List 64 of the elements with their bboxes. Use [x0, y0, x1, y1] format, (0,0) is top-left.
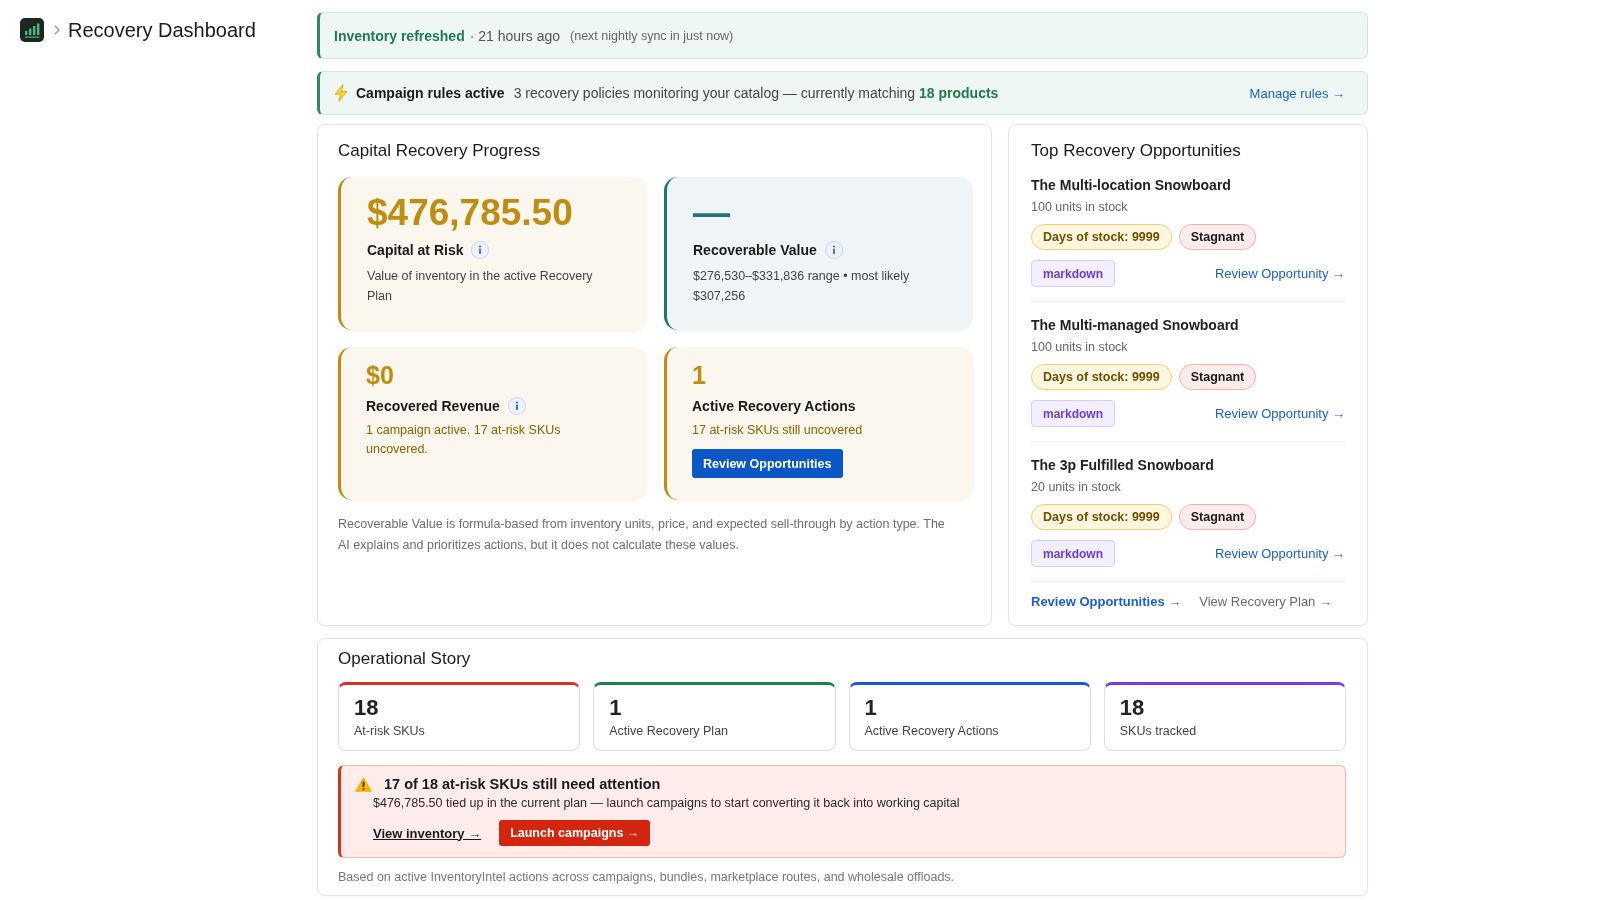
stat-value: 18 [1119, 695, 1146, 721]
page-title: Recovery Dashboard [68, 18, 256, 42]
stat-value: 1 [609, 695, 623, 721]
tile-value: 1 [692, 360, 707, 390]
sync-age: · 21 hours ago [469, 27, 560, 44]
action-type-tag: markdown [1031, 400, 1115, 427]
tile-label: Recoverable Value [693, 242, 817, 258]
review-opportunity-link[interactable]: Review Opportunity → [1214, 546, 1345, 561]
alert-message: $476,785.50 tied up in the current plan — launch campaigns to start converting it back into working capital [373, 795, 961, 812]
status-tag: Stagnant [1178, 504, 1257, 530]
warning-icon [355, 776, 372, 792]
stat-label: SKUs tracked [1119, 723, 1198, 739]
next-sync-note: (next nightly sync in just now) [570, 28, 734, 43]
stock-count: 100 units in stock [1031, 199, 1129, 216]
stat-label: Active Recovery Plan [609, 723, 730, 739]
card-title: Operational Story [338, 648, 472, 670]
stat-label: Active Recovery Actions [864, 723, 1000, 739]
stock-count: 100 units in stock [1031, 339, 1129, 356]
status-tag: Stagnant [1178, 224, 1257, 250]
review-opportunities-button[interactable]: Review Opportunities [692, 449, 843, 478]
stock-count: 20 units in stock [1031, 479, 1122, 496]
tile-description: 17 at-risk SKUs still uncovered [692, 422, 864, 439]
rules-message: 3 recovery policies monitoring your catalog — currently matching 18 products [513, 85, 999, 101]
footnote: Based on active InventoryIntel actions across campaigns, bundles, marketplace routes, and wholesale offloads. [338, 869, 956, 886]
footer-link[interactable]: Review Opportunities → [1031, 593, 1182, 611]
stat-value: 1 [864, 695, 878, 721]
product-name: The 3p Fulfilled Snowboard [1031, 456, 1215, 474]
view-inventory-link[interactable]: View inventory → [373, 825, 482, 841]
review-opportunity-link[interactable]: Review Opportunity → [1214, 406, 1345, 421]
review-opportunity-link[interactable]: Review Opportunity → [1214, 266, 1345, 281]
product-name: The Multi-managed Snowboard [1031, 316, 1240, 334]
tile-value: $0 [366, 360, 395, 390]
manage-rules-link[interactable]: Manage rules → [1249, 85, 1345, 101]
days-of-stock-tag: Days of stock: 9999 [1031, 364, 1172, 390]
tile-label: Recovered Revenue [366, 398, 500, 414]
info-icon[interactable] [507, 397, 526, 415]
action-type-tag: markdown [1031, 540, 1115, 567]
card-title: Top Recovery Opportunities [1031, 140, 1242, 162]
tile-description: 1 campaign active. 17 at-risk SKUs uncovered. [366, 422, 562, 458]
days-of-stock-tag: Days of stock: 9999 [1031, 224, 1172, 250]
info-icon[interactable] [471, 241, 490, 259]
chevron-right-icon [54, 25, 60, 35]
footnote: Recoverable Value is formula-based from inventory units, price, and expected sell-through by action type. The AI explains and prioritizes actions, but it does not calculate these values. [338, 516, 946, 554]
launch-campaigns-button[interactable]: Launch campaigns → [499, 820, 651, 846]
footer-link[interactable]: View Recovery Plan → [1199, 593, 1332, 611]
days-of-stock-tag: Days of stock: 9999 [1031, 504, 1172, 530]
info-icon[interactable] [824, 241, 843, 259]
tile-label: Active Recovery Actions [692, 398, 856, 414]
card-title: Capital Recovery Progress [338, 140, 542, 162]
sync-status: Inventory refreshed [334, 27, 465, 44]
bar-chart-icon [20, 18, 44, 42]
rules-title: Campaign rules active [356, 85, 505, 101]
tile-value: $476,785.50 [367, 191, 574, 235]
tile-label: Capital at Risk [367, 242, 464, 258]
alert-title: 17 of 18 at-risk SKUs still need attention [384, 776, 661, 792]
product-name: The Multi-location Snowboard [1031, 176, 1232, 194]
stat-value: 18 [354, 695, 380, 721]
tile-description: $276,530–$331,836 range • most likely $307,256 [693, 268, 911, 305]
lightning-icon [334, 84, 348, 102]
action-type-tag: markdown [1031, 260, 1115, 287]
tile-description: Value of inventory in the active Recovery Plan [367, 268, 594, 305]
status-tag: Stagnant [1178, 364, 1257, 390]
tile-value: — [693, 191, 731, 235]
stat-label: At-risk SKUs [354, 723, 426, 739]
